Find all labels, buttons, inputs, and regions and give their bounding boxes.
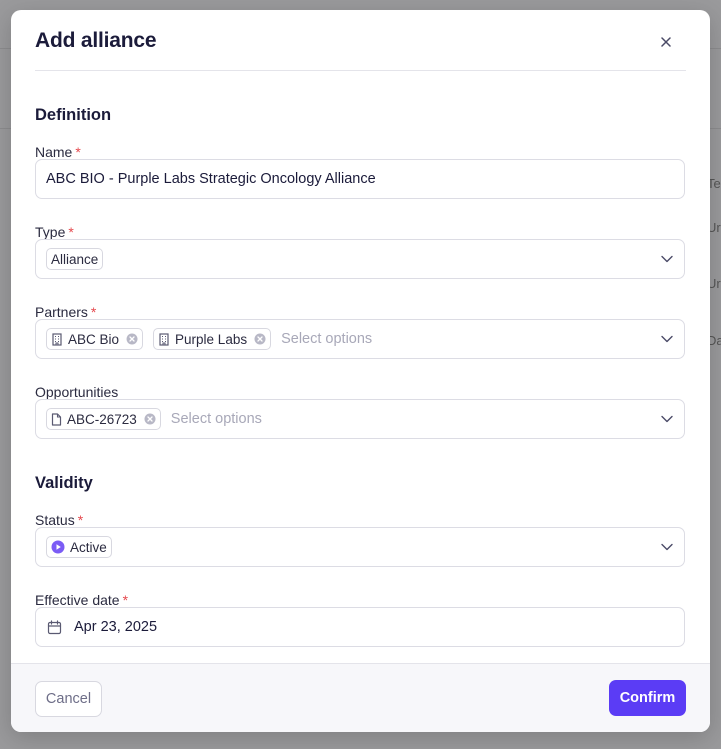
name-value: ABC BIO - Purple Labs Strategic Oncology… (46, 171, 376, 187)
partners-select[interactable]: ABC Bio Purple Labs Select options (35, 319, 685, 359)
remove-chip-icon[interactable] (126, 333, 138, 345)
chevron-down-icon (660, 252, 674, 266)
partner-chip: ABC Bio (46, 328, 144, 350)
remove-chip-icon[interactable] (144, 413, 156, 425)
required-marker: * (68, 224, 74, 240)
section-title-validity: Validity (35, 474, 93, 492)
partner-chip: Purple Labs (153, 328, 272, 350)
opportunity-chip: ABC-26723 (46, 408, 161, 430)
building-icon (158, 332, 170, 346)
required-marker: * (122, 592, 129, 608)
status-label: Status * (35, 512, 84, 528)
required-marker: * (90, 304, 97, 320)
cancel-button[interactable]: Cancel (35, 681, 102, 717)
close-icon (661, 37, 671, 47)
calendar-icon (47, 619, 62, 635)
chevron-down-icon (660, 540, 674, 554)
add-alliance-modal: Add alliance Definition Name * ABC BIO - … (11, 10, 710, 732)
confirm-button[interactable]: Confirm (609, 680, 686, 716)
effective-date-label: Effective date * (35, 592, 129, 608)
type-select[interactable]: Alliance (35, 239, 685, 279)
required-marker: * (75, 144, 81, 160)
effective-date-input[interactable]: Apr 23, 2025 (35, 607, 685, 647)
modal-header: Add alliance (35, 10, 686, 71)
partners-placeholder: Select options (281, 331, 373, 347)
chevron-down-icon (660, 412, 674, 426)
modal-title: Add alliance (35, 29, 157, 52)
name-label: Name * (35, 144, 81, 160)
remove-chip-icon[interactable] (254, 333, 266, 345)
document-icon (51, 412, 62, 426)
close-button[interactable] (658, 34, 674, 50)
opportunities-label: Opportunities (35, 384, 119, 400)
type-chip: Alliance (46, 248, 104, 270)
type-label: Type * (35, 224, 74, 240)
play-circle-icon (51, 540, 65, 554)
opportunities-placeholder: Select options (170, 411, 262, 427)
chevron-down-icon (660, 332, 674, 346)
opportunities-select[interactable]: ABC-26723 Select options (35, 399, 685, 439)
effective-date-value: Apr 23, 2025 (74, 619, 158, 635)
status-chip: Active (46, 536, 112, 558)
section-title-definition: Definition (35, 106, 112, 124)
partners-label: Partners * (35, 304, 97, 320)
modal-footer: Cancel Confirm (11, 663, 710, 732)
required-marker: * (77, 512, 84, 528)
status-select[interactable]: Active (35, 527, 685, 567)
name-input[interactable]: ABC BIO - Purple Labs Strategic Oncology… (35, 159, 685, 199)
building-icon (51, 332, 63, 346)
